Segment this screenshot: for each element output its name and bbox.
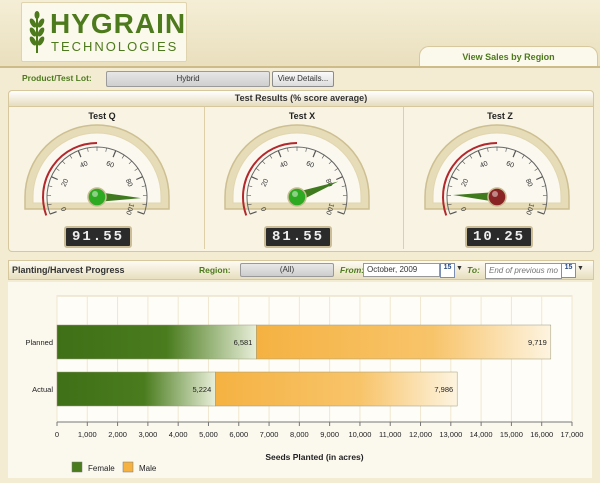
gauge-pivot-highlight: [492, 191, 498, 197]
region-label: Region:: [199, 265, 231, 275]
x-tick-label: 17,000: [561, 430, 584, 439]
x-tick-label: 5,000: [199, 430, 218, 439]
gauge-pivot-highlight: [92, 191, 98, 197]
legend-label: Male: [139, 464, 157, 473]
x-tick-label: 4,000: [169, 430, 188, 439]
x-tick-label: 7,000: [260, 430, 279, 439]
x-tick-label: 16,000: [530, 430, 553, 439]
x-tick-label: 8,000: [290, 430, 309, 439]
gauge-tick: [337, 211, 345, 215]
gauge-readout: 10.25: [465, 226, 533, 248]
x-tick-label: 3,000: [138, 430, 157, 439]
gauge-pivot: [87, 187, 107, 207]
gauge-pivot-highlight: [292, 191, 298, 197]
gauge-tick: [537, 211, 545, 215]
x-tick-label: 0: [55, 430, 59, 439]
calendar-icon[interactable]: 15: [561, 263, 576, 278]
x-tick-label: 14,000: [470, 430, 493, 439]
x-tick-label: 2,000: [108, 430, 127, 439]
x-tick-label: 13,000: [439, 430, 462, 439]
calendar-icon[interactable]: 15: [440, 263, 455, 278]
x-tick-label: 1,000: [78, 430, 97, 439]
gauge-readout: 91.55: [64, 226, 132, 248]
bar-value-label: 6,581: [234, 338, 253, 347]
gauges-layer: 02040 6080100 02040 6080100 02040 6080100: [24, 124, 570, 216]
from-date-input[interactable]: October, 2009: [363, 263, 440, 277]
from-label: From:: [340, 265, 365, 275]
region-select[interactable]: (All): [240, 263, 334, 277]
legend-label: Female: [88, 464, 115, 473]
x-tick-label: 12,000: [409, 430, 432, 439]
progress-title: Planting/Harvest Progress: [12, 265, 125, 275]
bar-value-label: 7,986: [434, 385, 453, 394]
x-tick-label: 15,000: [500, 430, 523, 439]
x-axis-label: Seeds Planted (in acres): [265, 452, 363, 462]
gauge-tick: [49, 211, 57, 215]
gauge-tick: [137, 211, 145, 215]
bar-chart: 0 1,000 2,000 3,000 4,000 5,000 6,000 7,000 8,00…: [25, 295, 584, 473]
chevron-down-icon[interactable]: ▼: [456, 265, 463, 272]
gauge-tick: [449, 211, 457, 215]
legend-swatch: [122, 461, 134, 473]
bar-value-label: 9,719: [528, 338, 547, 347]
bar-value-label: 5,224: [192, 385, 211, 394]
x-tick-label: 10,000: [348, 430, 371, 439]
bar-male: [215, 371, 458, 407]
legend-swatch: [71, 461, 83, 473]
gauge-pivot: [287, 187, 307, 207]
x-tick-label: 6,000: [229, 430, 248, 439]
x-tick-label: 11,000: [379, 430, 401, 439]
category-label: Actual: [32, 385, 53, 394]
bar-female: [56, 324, 257, 360]
chevron-down-icon[interactable]: ▼: [577, 265, 584, 272]
to-label: To:: [467, 265, 480, 275]
to-date-input[interactable]: [485, 263, 562, 279]
x-tick-label: 9,000: [320, 430, 339, 439]
gauge-tick: [249, 211, 257, 215]
gauge-pivot: [487, 187, 507, 207]
category-label: Planned: [25, 338, 53, 347]
gauge-readout: 81.55: [264, 226, 332, 248]
bar-male: [256, 324, 552, 360]
